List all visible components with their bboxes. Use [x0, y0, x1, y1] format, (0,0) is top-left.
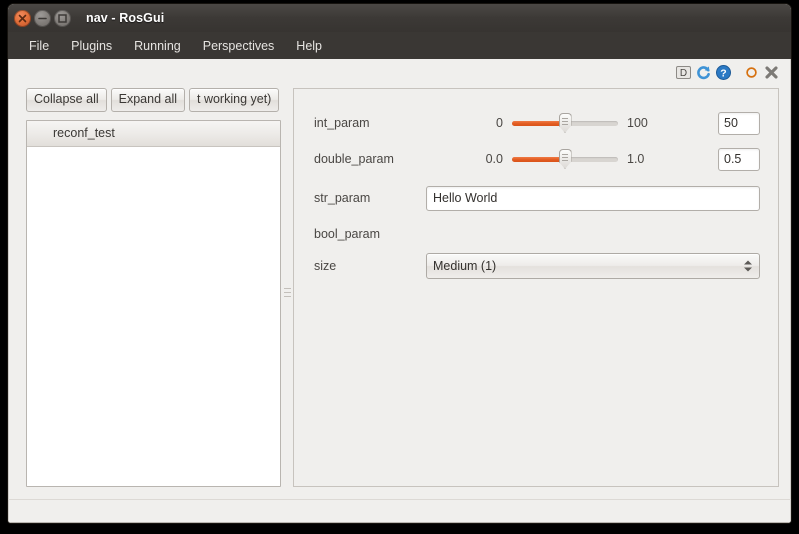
plugin-toolbar: D ?	[9, 59, 790, 85]
parameter-panel: int_param 0 100 50 double_param 0.0 1.0 …	[293, 88, 779, 487]
tree-button-row: Collapse all Expand all t working yet)	[26, 88, 281, 112]
slider-handle[interactable]	[558, 149, 572, 169]
help-icon[interactable]: ?	[714, 63, 733, 82]
spinner-arrows-icon[interactable]	[744, 260, 752, 272]
param-label-str-param: str_param	[314, 191, 371, 205]
application-window: nav - RosGui File Plugins Running Perspe…	[8, 4, 791, 523]
combo-size[interactable]: Medium (1)	[426, 253, 760, 279]
menu-item-perspectives[interactable]: Perspectives	[192, 36, 286, 56]
maximize-icon	[58, 13, 67, 23]
slider-int-param[interactable]	[512, 113, 618, 133]
close-plugin-icon[interactable]	[762, 63, 781, 82]
tree-item-reconf-test[interactable]: reconf_test	[27, 121, 280, 147]
menu-item-plugins[interactable]: Plugins	[60, 36, 123, 56]
slider-fill	[512, 120, 565, 126]
window-maximize-button[interactable]	[54, 9, 71, 27]
param-control-int-param: 0 100 50	[426, 111, 760, 135]
arrow-down-icon[interactable]	[744, 267, 752, 272]
svg-text:?: ?	[720, 67, 726, 79]
param-row-str-param: str_param Hello World	[304, 177, 760, 219]
param-label-bool-param: bool_param	[314, 227, 381, 241]
param-row-bool-param: bool_param	[304, 219, 760, 249]
param-label-int-param: int_param	[314, 116, 370, 130]
splitter-grip-icon	[283, 287, 291, 297]
collapse-all-button[interactable]: Collapse all	[26, 88, 107, 112]
splitter-panes: Collapse all Expand all t working yet) r…	[9, 85, 790, 499]
client-area: D ? Collapse all Expand all t working ye…	[8, 59, 791, 499]
slider-min-label-double-param: 0.0	[485, 152, 503, 166]
slider-group-int-param: 0 100	[426, 113, 704, 133]
param-label-size: size	[314, 259, 337, 273]
slider-min-label-int-param: 0	[496, 116, 503, 130]
slider-handle[interactable]	[558, 113, 572, 133]
dock-icon[interactable]: D	[674, 63, 693, 82]
window-title: nav - RosGui	[86, 11, 165, 25]
status-bar	[8, 499, 791, 523]
window-close-button[interactable]	[14, 9, 31, 27]
reload-icon[interactable]	[694, 63, 713, 82]
float-icon[interactable]	[742, 63, 761, 82]
menu-item-help[interactable]: Help	[285, 36, 333, 56]
close-icon	[18, 14, 27, 22]
combo-value-size: Medium (1)	[433, 259, 497, 273]
param-control-str-param: Hello World	[426, 185, 760, 211]
menu-item-running[interactable]: Running	[123, 36, 192, 56]
param-label-double-param: double_param	[314, 152, 394, 166]
minimize-icon	[38, 17, 47, 19]
menu-item-file[interactable]: File	[18, 36, 60, 56]
slider-group-double-param: 0.0 1.0	[426, 149, 704, 169]
value-input-int-param[interactable]: 50	[718, 111, 760, 135]
slider-double-param[interactable]	[512, 149, 618, 169]
expand-all-button[interactable]: Expand all	[110, 88, 185, 112]
param-row-size: size Medium (1)	[304, 249, 760, 283]
param-control-size: Medium (1)	[426, 253, 760, 279]
left-pane: Collapse all Expand all t working yet) r…	[9, 85, 281, 499]
vertical-splitter[interactable]	[281, 85, 293, 499]
window-minimize-button[interactable]	[34, 9, 51, 27]
not-working-yet-button[interactable]: t working yet)	[189, 88, 280, 112]
title-bar: nav - RosGui	[8, 4, 791, 32]
param-control-double-param: 0.0 1.0 0.5	[426, 147, 760, 171]
slider-max-label-int-param: 100	[627, 116, 648, 130]
slider-max-label-double-param: 1.0	[627, 152, 645, 166]
svg-text:D: D	[680, 68, 687, 79]
value-input-double-param[interactable]: 0.5	[718, 147, 760, 171]
param-row-double-param: double_param 0.0 1.0 0.5	[304, 141, 760, 177]
right-pane: int_param 0 100 50 double_param 0.0 1.0 …	[293, 85, 790, 499]
menu-bar: File Plugins Running Perspectives Help	[8, 32, 791, 59]
node-tree[interactable]: reconf_test	[26, 120, 281, 487]
slider-fill	[512, 156, 565, 162]
text-input-str-param[interactable]: Hello World	[426, 185, 760, 211]
param-row-int-param: int_param 0 100 50	[304, 105, 760, 141]
arrow-up-icon[interactable]	[744, 260, 752, 265]
